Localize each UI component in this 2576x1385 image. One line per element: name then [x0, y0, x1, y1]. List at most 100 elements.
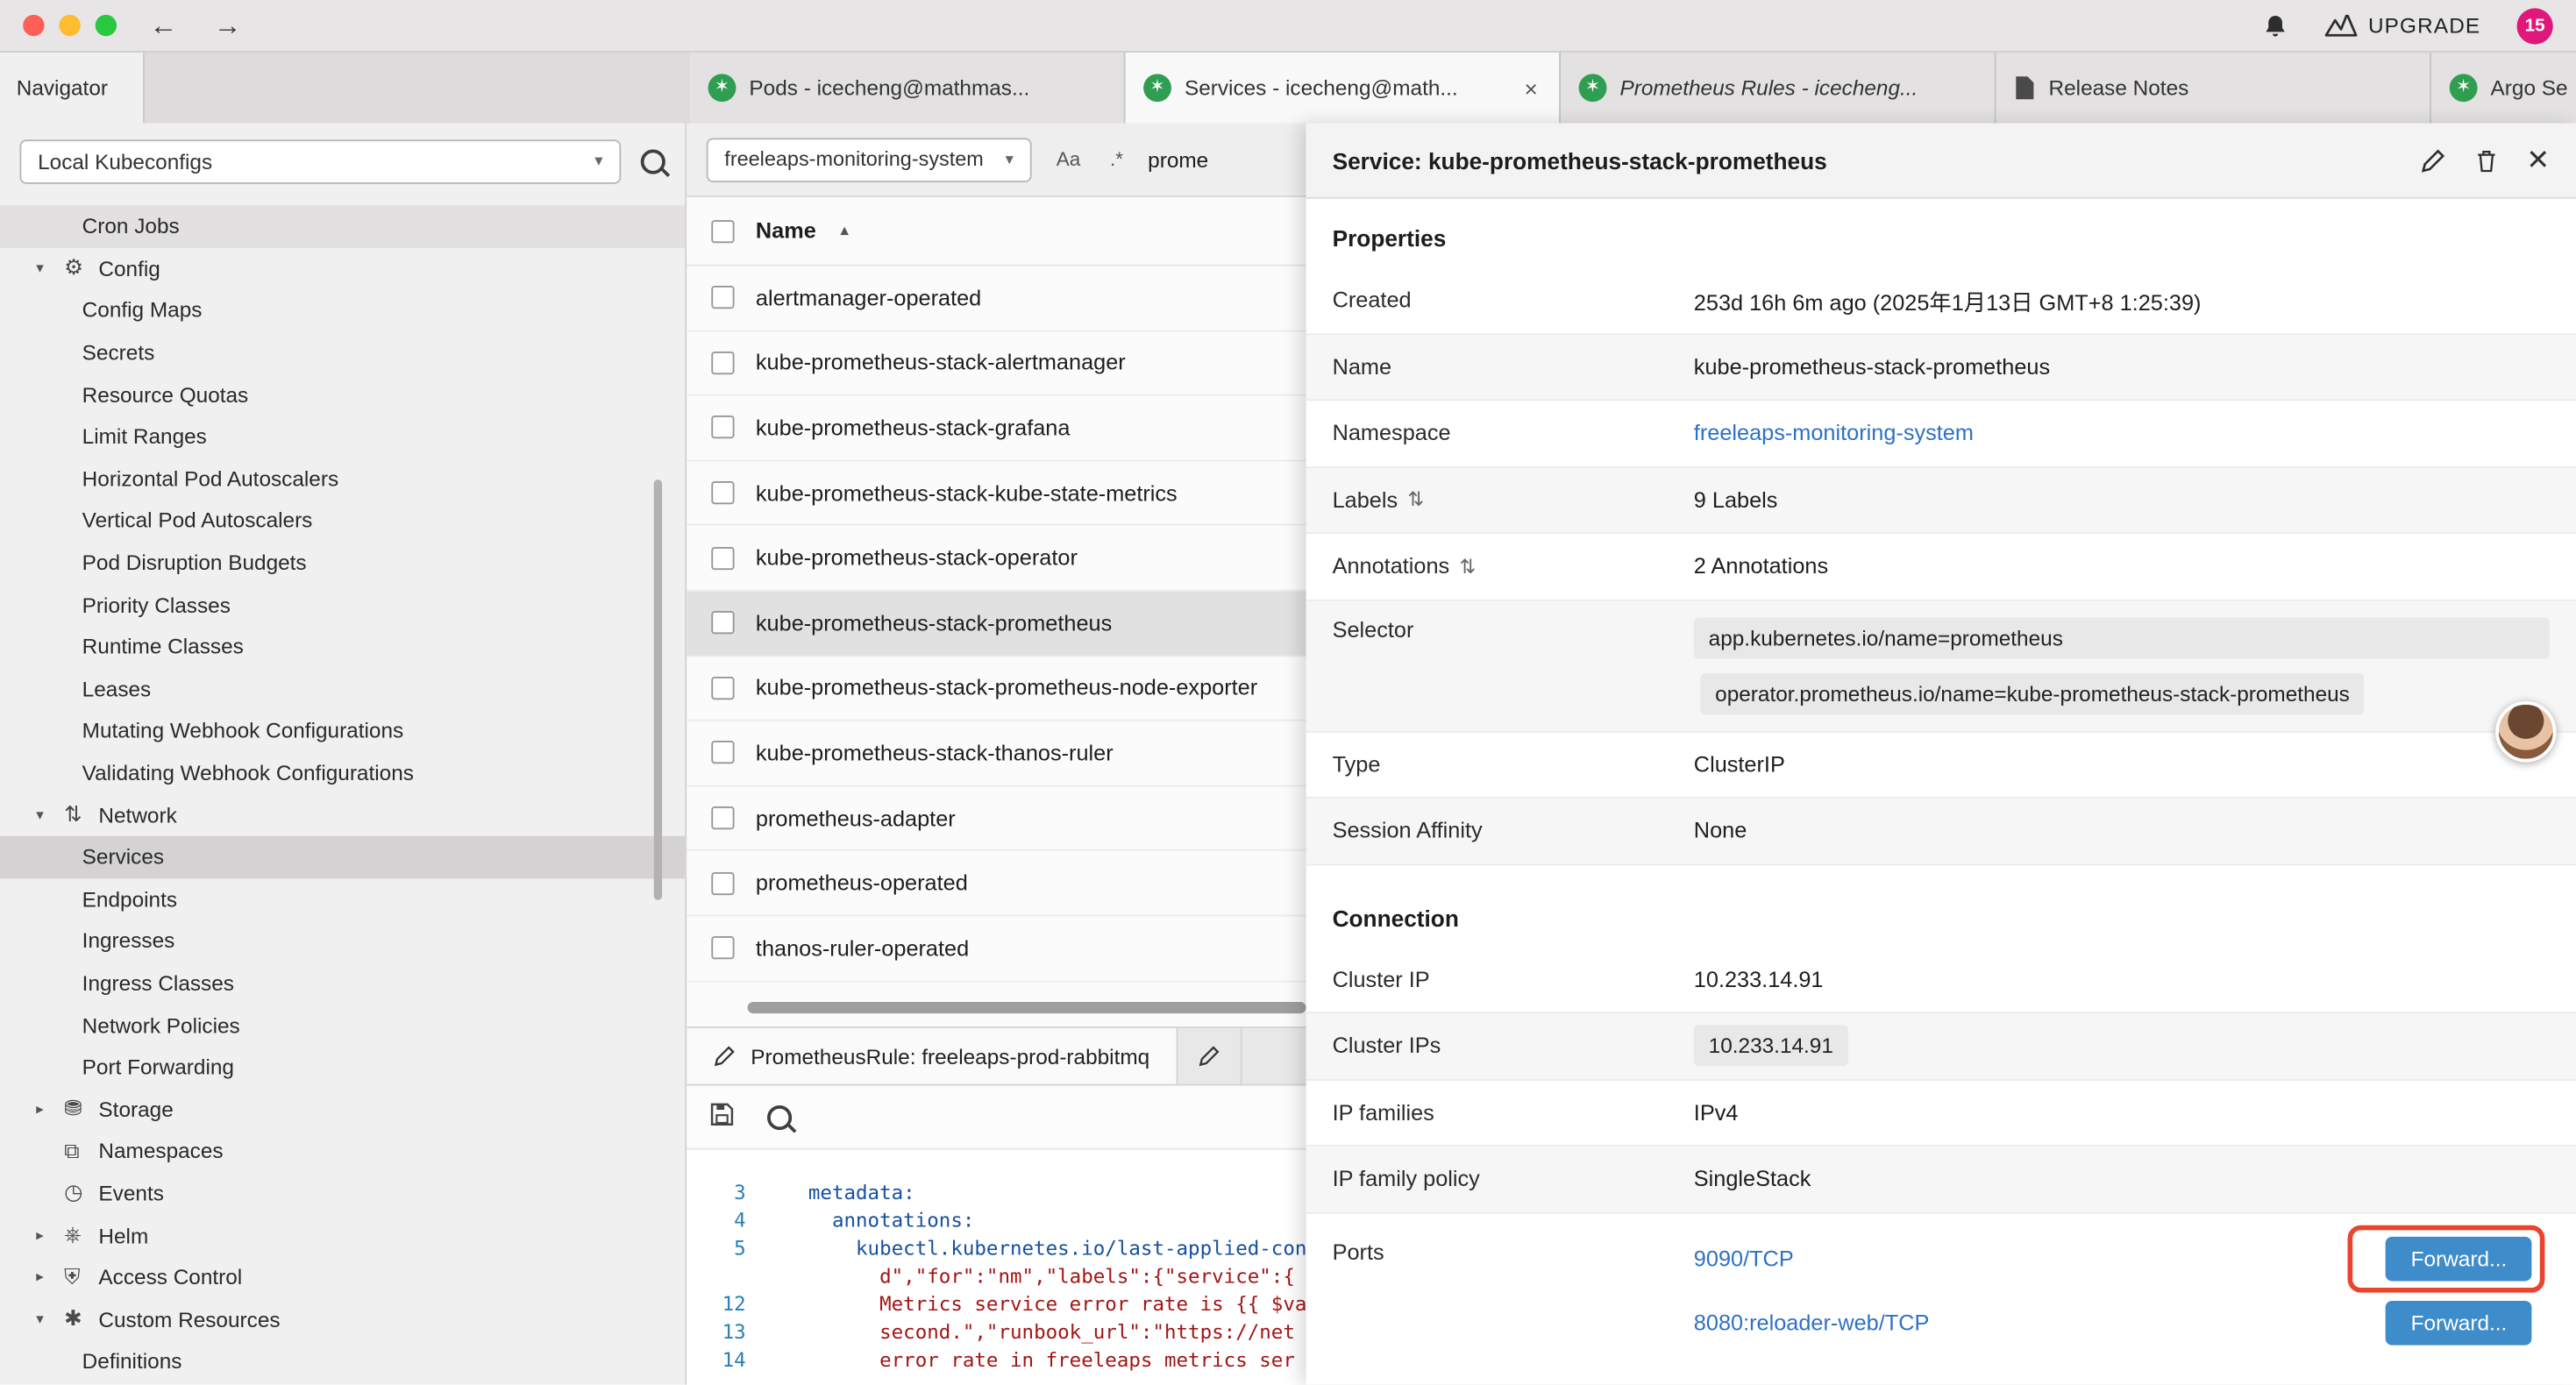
row-checkbox[interactable] — [711, 287, 734, 309]
sidebar-scrollbar[interactable] — [654, 479, 662, 900]
sidebar-item-ingresses[interactable]: Ingresses — [0, 920, 685, 962]
sidebar-item-cron-jobs[interactable]: Cron Jobs — [0, 205, 685, 247]
chevron-down-icon[interactable]: ▾ — [36, 1310, 64, 1329]
namespace-select[interactable]: freeleaps-monitoring-system ▾ — [707, 137, 1032, 181]
close-window-button[interactable] — [23, 15, 44, 36]
search-icon[interactable] — [641, 150, 665, 174]
match-case-toggle[interactable]: Aa — [1051, 145, 1085, 174]
service-row-kube-prometheus-stack-prometheus[interactable]: kube-prometheus-stack-prometheus — [687, 591, 1306, 656]
sidebar-item-config[interactable]: ▾⚙Config — [0, 247, 685, 289]
sidebar-item-label: Mutating Webhook Configurations — [82, 719, 404, 743]
sidebar-item-leases[interactable]: Leases — [0, 668, 685, 710]
editor-search-icon[interactable] — [767, 1104, 792, 1129]
sidebar-item-pod-disruption-budgets[interactable]: Pod Disruption Budgets — [0, 542, 685, 584]
sidebar-item-services[interactable]: Services — [0, 836, 685, 878]
notification-count-badge[interactable]: 15 — [2517, 7, 2553, 43]
row-checkbox[interactable] — [711, 416, 734, 439]
minimize-window-button[interactable] — [59, 15, 80, 36]
forward-button[interactable]: Forward... — [2387, 1236, 2532, 1281]
search-input[interactable]: prome — [1148, 147, 1208, 172]
chevrons-up-down-icon[interactable]: ⇅ — [1407, 488, 1424, 511]
row-checkbox[interactable] — [711, 936, 734, 959]
service-row-kube-prometheus-stack-thanos-ruler[interactable]: kube-prometheus-stack-thanos-ruler — [687, 721, 1306, 786]
name-column-header[interactable]: Name — [756, 218, 816, 243]
close-icon[interactable]: ✕ — [2526, 144, 2550, 176]
service-row-alertmanager-operated[interactable]: alertmanager-operated — [687, 266, 1306, 331]
sidebar-item-config-maps[interactable]: Config Maps — [0, 289, 685, 331]
chevron-down-icon[interactable]: ▾ — [36, 259, 64, 278]
service-table: alertmanager-operatedkube-prometheus-sta… — [687, 266, 1306, 982]
service-row-thanos-ruler-operated[interactable]: thanos-ruler-operated — [687, 916, 1306, 981]
chevron-right-icon[interactable]: ▸ — [36, 1268, 64, 1287]
sidebar-item-label: Port Forwarding — [82, 1055, 234, 1079]
sidebar-item-mutating-webhook-configurations[interactable]: Mutating Webhook Configurations — [0, 710, 685, 752]
select-all-checkbox[interactable] — [711, 219, 734, 242]
service-row-kube-prometheus-stack-alertmanager[interactable]: kube-prometheus-stack-alertmanager — [687, 331, 1306, 396]
row-checkbox[interactable] — [711, 546, 734, 569]
edit-icon[interactable] — [2420, 147, 2446, 174]
sidebar-item-endpoints[interactable]: Endpoints — [0, 878, 685, 920]
chevron-right-icon[interactable]: ▸ — [36, 1100, 64, 1119]
service-row-prometheus-adapter[interactable]: prometheus-adapter — [687, 786, 1306, 851]
sidebar-item-validating-webhook-configurations[interactable]: Validating Webhook Configurations — [0, 752, 685, 794]
chevron-right-icon[interactable]: ▸ — [36, 1226, 64, 1245]
dock-tab-partial[interactable] — [1178, 1028, 1242, 1084]
yaml-editor[interactable]: 3metadata:4 annotations:5 kubectl.kubern… — [687, 1150, 1306, 1375]
row-checkbox[interactable] — [711, 612, 734, 635]
sidebar-item-resource-quotas[interactable]: Resource Quotas — [0, 373, 685, 416]
sidebar-item-storage[interactable]: ▸⛃Storage — [0, 1088, 685, 1130]
namespace-link[interactable]: freeleaps-monitoring-system — [1694, 421, 1974, 445]
service-row-prometheus-operated[interactable]: prometheus-operated — [687, 851, 1306, 916]
sidebar-item-priority-classes[interactable]: Priority Classes — [0, 584, 685, 626]
save-icon[interactable] — [709, 1102, 734, 1132]
zoom-window-button[interactable] — [96, 15, 117, 36]
sidebar-item-vertical-pod-autoscalers[interactable]: Vertical Pod Autoscalers — [0, 500, 685, 542]
row-checkbox[interactable] — [711, 742, 734, 764]
row-checkbox[interactable] — [711, 871, 734, 894]
sidebar-item-secrets[interactable]: Secrets — [0, 331, 685, 373]
kubeconfig-select[interactable]: Local Kubeconfigs ▾ — [19, 139, 621, 184]
sidebar-item-runtime-classes[interactable]: Runtime Classes — [0, 626, 685, 668]
sidebar-item-events[interactable]: ◷Events — [0, 1172, 685, 1214]
service-row-kube-prometheus-stack-grafana[interactable]: kube-prometheus-stack-grafana — [687, 396, 1306, 461]
sidebar-item-horizontal-pod-autoscalers[interactable]: Horizontal Pod Autoscalers — [0, 458, 685, 500]
delete-icon[interactable] — [2473, 147, 2498, 174]
port-link[interactable]: 8080:reloader-web/TCP — [1694, 1310, 1930, 1334]
tab-services-icecheng-math[interactable]: ✶Services - icecheng@math...× — [1125, 53, 1561, 124]
tab-release-notes[interactable]: Release Notes — [1996, 53, 2432, 124]
port-link[interactable]: 9090/TCP — [1694, 1246, 1794, 1270]
sidebar-item-access-control[interactable]: ▸⛨Access Control — [0, 1256, 685, 1298]
sidebar-item-custom-resources[interactable]: ▾✱Custom Resources — [0, 1298, 685, 1340]
sidebar-item-network[interactable]: ▾⇅Network — [0, 794, 685, 836]
notifications-bell-icon[interactable] — [2261, 12, 2288, 39]
sidebar-item-limit-ranges[interactable]: Limit Ranges — [0, 416, 685, 458]
row-checkbox[interactable] — [711, 677, 734, 700]
sidebar-item-network-policies[interactable]: Network Policies — [0, 1004, 685, 1046]
row-checkbox[interactable] — [711, 806, 734, 829]
forward-arrow-icon[interactable]: → — [214, 11, 242, 39]
sidebar-item-helm[interactable]: ▸⎈Helm — [0, 1214, 685, 1256]
user-avatar[interactable] — [2495, 701, 2556, 762]
tab-prometheus-rules-icecheng[interactable]: ✶Prometheus Rules - icecheng... — [1561, 53, 1996, 124]
chevron-down-icon[interactable]: ▾ — [36, 806, 64, 824]
sidebar-item-definitions[interactable]: Definitions — [0, 1340, 685, 1382]
sidebar-item-ingress-classes[interactable]: Ingress Classes — [0, 962, 685, 1004]
horizontal-scrollbar-thumb[interactable] — [748, 1002, 1306, 1013]
service-row-kube-prometheus-stack-kube-state-metrics[interactable]: kube-prometheus-stack-kube-state-metrics — [687, 461, 1306, 526]
tab-pods-icecheng-mathmas[interactable]: ✶Pods - icecheng@mathmas... — [690, 53, 1126, 124]
row-checkbox[interactable] — [711, 481, 734, 504]
upgrade-button[interactable]: UPGRADE — [2323, 13, 2480, 38]
sidebar-item-port-forwarding[interactable]: Port Forwarding — [0, 1046, 685, 1088]
forward-button[interactable]: Forward... — [2387, 1300, 2532, 1345]
regex-toggle[interactable]: .* — [1105, 145, 1128, 174]
service-row-kube-prometheus-stack-prometheus-node-exporter[interactable]: kube-prometheus-stack-prometheus-node-ex… — [687, 657, 1306, 721]
row-checkbox[interactable] — [711, 352, 734, 374]
sidebar-item-namespaces[interactable]: ⧉Namespaces — [0, 1130, 685, 1172]
selector-badges: app.kubernetes.io/name=prometheusoperato… — [1694, 617, 2550, 714]
tab-argo-se[interactable]: ✶Argo Se — [2431, 53, 2576, 124]
dock-tab-active[interactable]: PrometheusRule: freeleaps-prod-rabbitmq — [687, 1028, 1178, 1084]
tab-close-icon[interactable]: × — [1521, 75, 1541, 101]
service-row-kube-prometheus-stack-operator[interactable]: kube-prometheus-stack-operator — [687, 526, 1306, 591]
chevrons-up-down-icon[interactable]: ⇅ — [1459, 555, 1476, 578]
back-arrow-icon[interactable]: ← — [150, 11, 178, 39]
